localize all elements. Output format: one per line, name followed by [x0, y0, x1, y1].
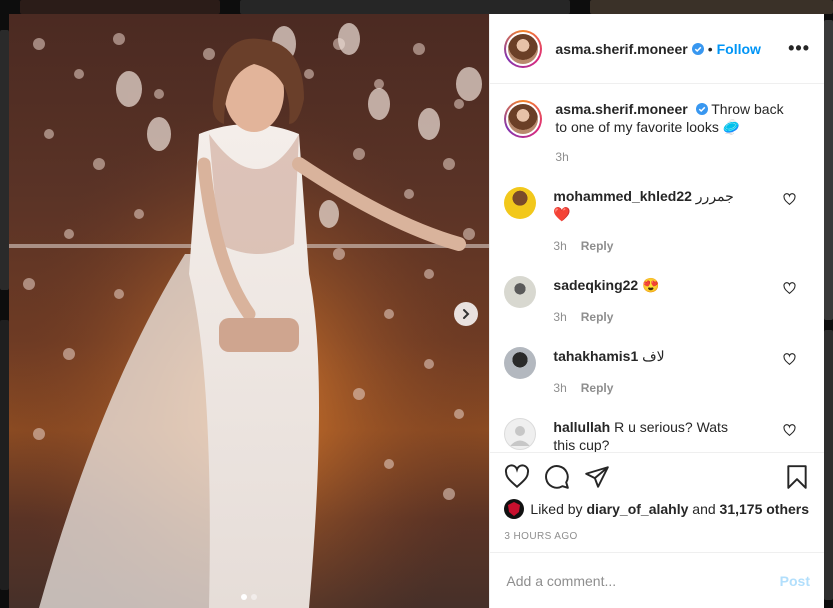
reply-button[interactable]: Reply — [581, 239, 614, 253]
likes-prefix: Liked by — [530, 501, 583, 517]
default-avatar-icon — [510, 426, 531, 446]
comments-list: asma.sherif.moneer Throw back to one of … — [490, 84, 824, 452]
post-header: asma.sherif.moneer • Follow ••• — [490, 14, 824, 84]
comment-age[interactable]: 3h — [553, 239, 566, 253]
header-separator: • — [707, 40, 713, 57]
liker-username[interactable]: diary_of_alahly — [586, 501, 688, 517]
carousel-indicator — [9, 594, 489, 600]
comment-avatar[interactable] — [504, 347, 537, 379]
club-crest-icon — [508, 502, 521, 516]
post-modal: asma.sherif.moneer • Follow ••• asma.she… — [9, 14, 824, 608]
likes-conjunction: and — [692, 501, 716, 517]
post-side-panel: asma.sherif.moneer • Follow ••• asma.she… — [489, 14, 824, 608]
author-avatar[interactable] — [504, 29, 543, 68]
likes-count[interactable]: 31,175 others — [720, 501, 810, 517]
likes-summary: Liked by diary_of_alahly and 31,175 othe… — [504, 499, 810, 519]
chevron-right-icon — [463, 309, 470, 319]
more-options-icon[interactable]: ••• — [788, 38, 810, 59]
comment-item: mohammed_khled22 جمررر ❤️ 3h Reply — [504, 187, 810, 255]
carousel-dot — [251, 594, 258, 600]
carousel-dot-active — [241, 594, 248, 600]
caption-age[interactable]: 3h — [555, 148, 795, 166]
comment-item: sadeqking22 😍 3h Reply — [504, 276, 810, 326]
comment-username[interactable]: hallullah — [553, 419, 610, 435]
author-username[interactable]: asma.sherif.moneer — [555, 41, 687, 57]
verified-badge-icon — [695, 103, 708, 115]
comment-username[interactable]: mohammed_khled22 — [553, 188, 692, 204]
comment-avatar[interactable] — [504, 187, 537, 219]
follow-button[interactable]: Follow — [717, 41, 761, 57]
comment-avatar[interactable] — [504, 418, 537, 450]
reply-button[interactable]: Reply — [581, 381, 614, 395]
post-comment-button[interactable]: Post — [780, 573, 810, 589]
comment-text: 😍 — [642, 277, 660, 293]
comment-item: tahakhamis1 لاف 3h Reply — [504, 347, 810, 397]
liker-avatar[interactable] — [504, 499, 525, 519]
photo-illustration — [9, 14, 490, 608]
comment-text: لاف — [642, 348, 665, 364]
bookmark-icon[interactable] — [784, 464, 810, 490]
comment-item: hallullah R u serious? Wats this cup? — [504, 418, 810, 452]
reply-button[interactable]: Reply — [581, 310, 614, 324]
post-actions: Liked by diary_of_alahly and 31,175 othe… — [490, 452, 824, 552]
comment-like-heart-icon[interactable] — [783, 282, 796, 295]
add-comment-bar: Post — [490, 552, 824, 608]
comment-like-heart-icon[interactable] — [783, 193, 796, 206]
comment-avatar[interactable] — [504, 276, 537, 308]
comment-username[interactable]: tahakhamis1 — [553, 348, 638, 364]
verified-badge-icon — [691, 42, 704, 55]
share-icon[interactable] — [584, 464, 610, 490]
heart-icon[interactable] — [504, 464, 530, 490]
comment-like-heart-icon[interactable] — [783, 424, 796, 437]
caption-text-block: asma.sherif.moneer Throw back to one of … — [555, 100, 795, 166]
caption-username[interactable]: asma.sherif.moneer — [555, 101, 687, 117]
comment-username[interactable]: sadeqking22 — [553, 277, 638, 293]
comment-age[interactable]: 3h — [553, 310, 566, 324]
post-caption: asma.sherif.moneer Throw back to one of … — [504, 100, 810, 166]
post-photo[interactable] — [9, 14, 490, 608]
comment-age[interactable]: 3h — [553, 381, 566, 395]
comment-like-heart-icon[interactable] — [783, 353, 796, 366]
comment-icon[interactable] — [544, 464, 570, 490]
comment-input[interactable] — [504, 571, 780, 590]
post-timestamp[interactable]: 3 HOURS AGO — [504, 531, 810, 542]
caption-avatar[interactable] — [504, 100, 543, 138]
